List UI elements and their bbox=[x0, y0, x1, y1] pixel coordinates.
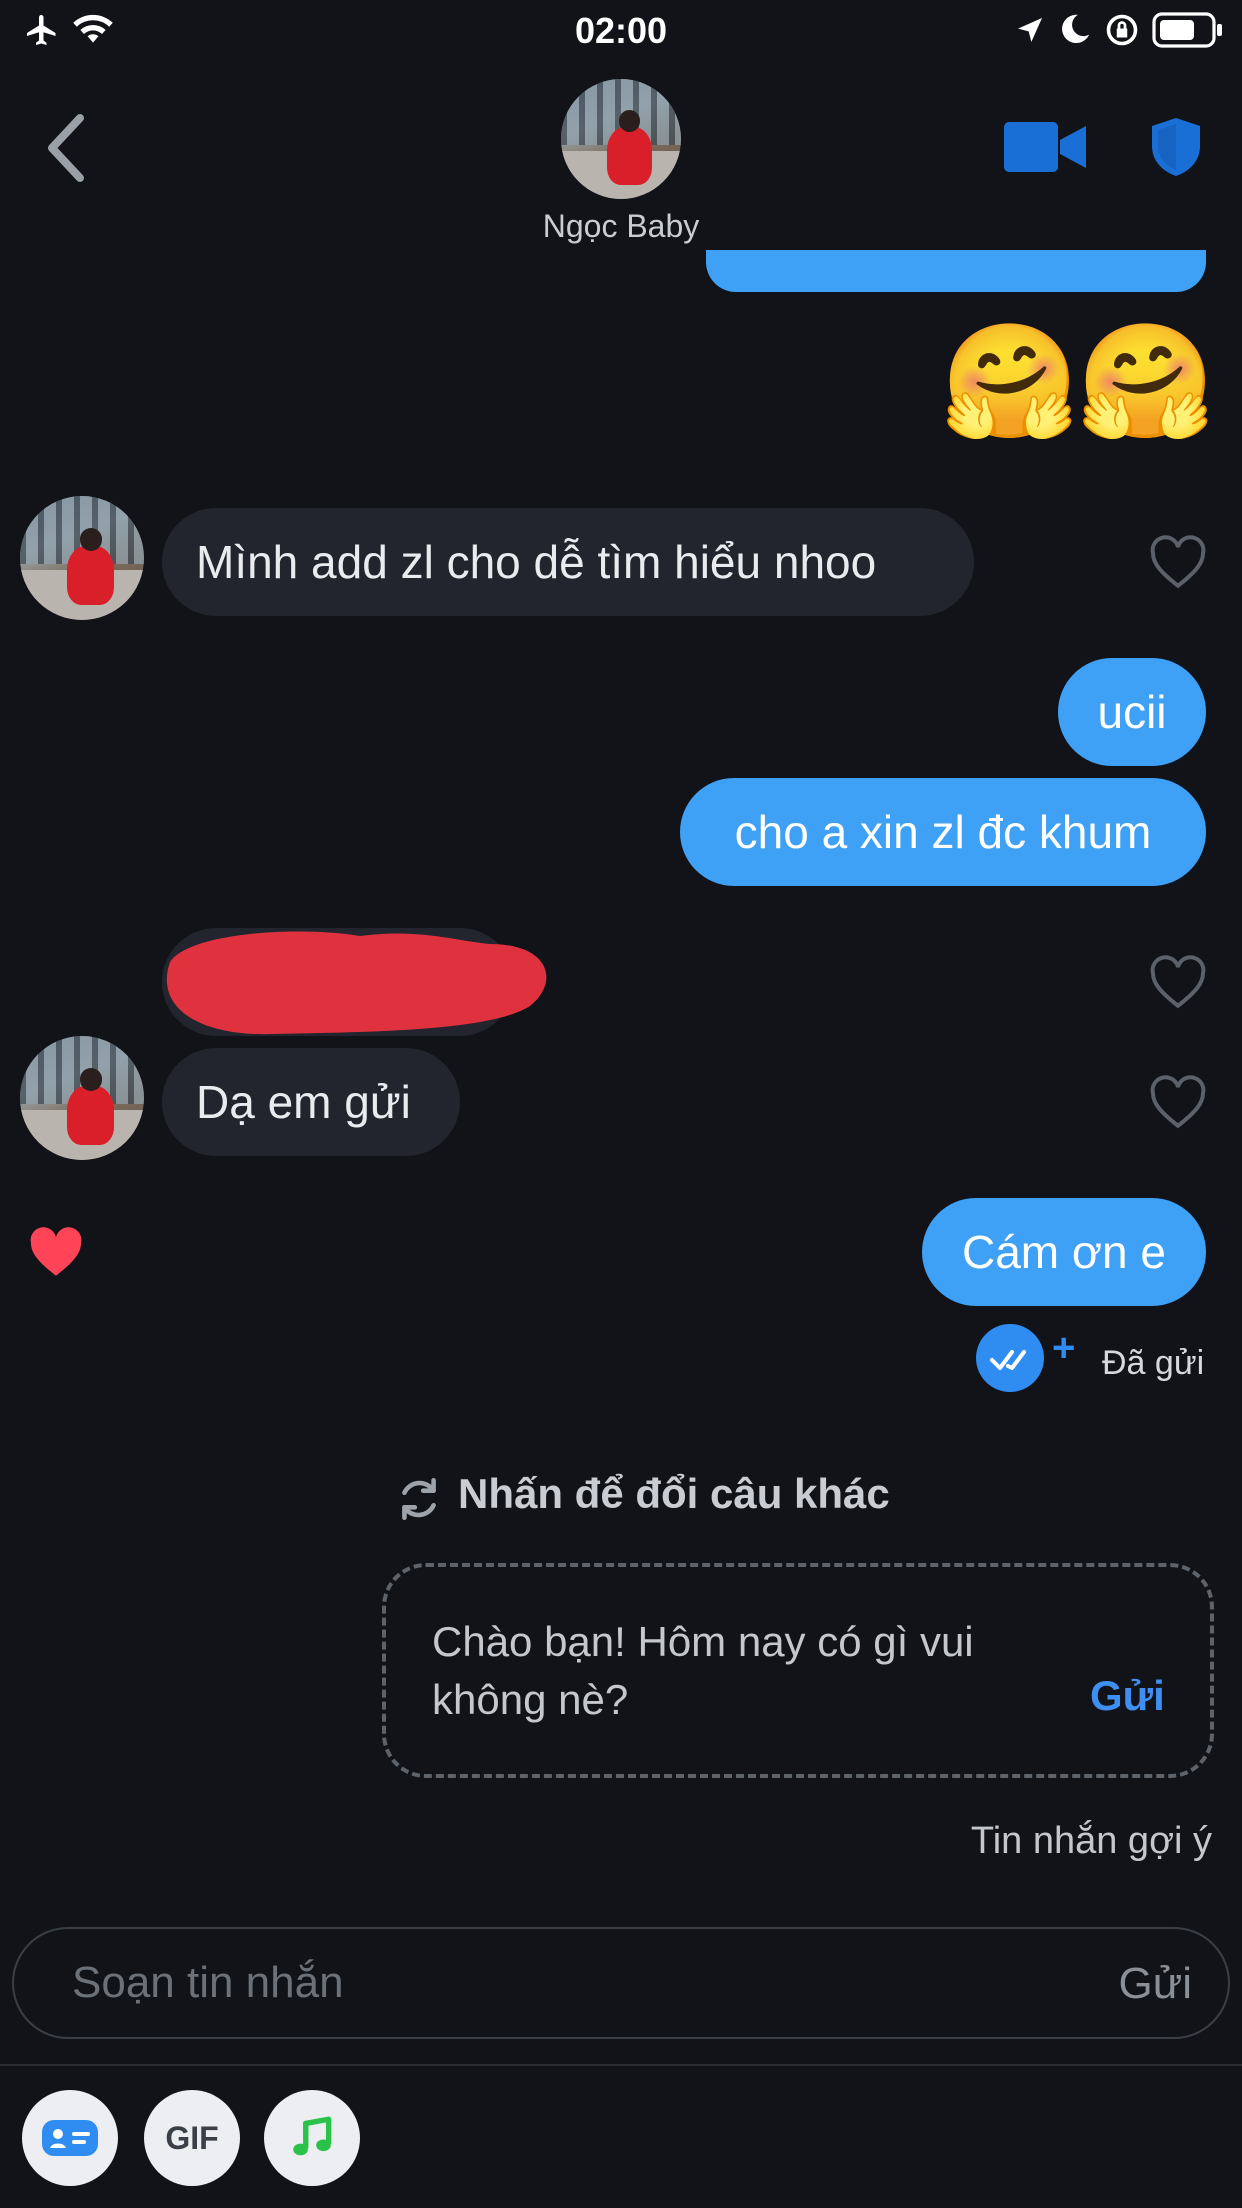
like-heart-icon[interactable] bbox=[1148, 954, 1208, 1010]
hugging-emoji: 🤗 bbox=[1076, 319, 1216, 444]
back-button[interactable] bbox=[40, 110, 90, 186]
outgoing-message[interactable]: ucii bbox=[1058, 658, 1206, 766]
video-call-button[interactable] bbox=[1004, 120, 1086, 174]
send-button[interactable]: Gửi bbox=[1119, 1959, 1192, 2009]
sender-avatar[interactable] bbox=[20, 1036, 144, 1160]
location-arrow-icon bbox=[1014, 14, 1046, 51]
sticker-button[interactable] bbox=[22, 2090, 118, 2186]
contact-avatar[interactable] bbox=[561, 79, 681, 199]
outgoing-message[interactable]: Cám ơn e bbox=[922, 1198, 1206, 1306]
outgoing-bubble-partial bbox=[706, 250, 1206, 292]
suggestion-caption: Tin nhắn gợi ý bbox=[970, 1820, 1212, 1862]
contact-name[interactable]: Ngọc Baby bbox=[0, 208, 1242, 245]
message-composer: Gửi bbox=[12, 1927, 1230, 2039]
message-text: Cám ơn e bbox=[961, 1226, 1166, 1278]
message-text: cho a xin zl đc khum bbox=[734, 806, 1152, 858]
emoji-message: 🤗 bbox=[1076, 326, 1215, 438]
emoji-message: 🤗 bbox=[940, 326, 1079, 438]
message-text: ucii bbox=[1097, 686, 1167, 738]
sent-status: Đã gửi bbox=[1102, 1344, 1205, 1382]
gif-label: GIF bbox=[165, 2119, 219, 2156]
message-input[interactable] bbox=[72, 1929, 972, 2037]
rotation-lock-icon bbox=[1104, 12, 1140, 53]
read-receipt-icon[interactable] bbox=[974, 1322, 1054, 1394]
message-text: Dạ em gửi bbox=[196, 1076, 411, 1128]
refresh-icon[interactable] bbox=[394, 1474, 444, 1524]
battery-icon bbox=[1152, 10, 1224, 55]
card-icon bbox=[42, 2120, 98, 2156]
status-time: 02:00 bbox=[574, 10, 668, 51]
redaction-mark bbox=[160, 922, 556, 1040]
suggestion-text: Chào bạn! Hôm nay có gì vui không nè? bbox=[432, 1618, 974, 1723]
plus-icon: + bbox=[1052, 1326, 1076, 1370]
refresh-suggestion-button[interactable]: Nhấn để đổi câu khác bbox=[458, 1470, 890, 1518]
incoming-message[interactable]: Dạ em gửi bbox=[162, 1048, 460, 1156]
gif-button[interactable]: GIF bbox=[144, 2090, 240, 2186]
toolbar-divider bbox=[0, 2064, 1242, 2066]
safety-shield-button[interactable] bbox=[1150, 116, 1202, 178]
moon-icon bbox=[1058, 12, 1092, 51]
outgoing-message[interactable]: cho a xin zl đc khum bbox=[680, 778, 1206, 886]
incoming-message[interactable]: Mình add zl cho dễ tìm hiểu nhoo bbox=[162, 508, 974, 616]
music-note-icon bbox=[293, 2116, 332, 2156]
sender-avatar[interactable] bbox=[20, 496, 144, 620]
hugging-emoji: 🤗 bbox=[940, 319, 1080, 444]
message-text: Mình add zl cho dễ tìm hiểu nhoo bbox=[196, 536, 877, 588]
music-button[interactable] bbox=[264, 2090, 360, 2186]
like-heart-icon[interactable] bbox=[1148, 534, 1208, 590]
suggestion-send-button[interactable]: Gửi bbox=[1090, 1672, 1165, 1720]
liked-heart-icon[interactable] bbox=[26, 1224, 86, 1280]
like-heart-icon[interactable] bbox=[1148, 1074, 1208, 1130]
